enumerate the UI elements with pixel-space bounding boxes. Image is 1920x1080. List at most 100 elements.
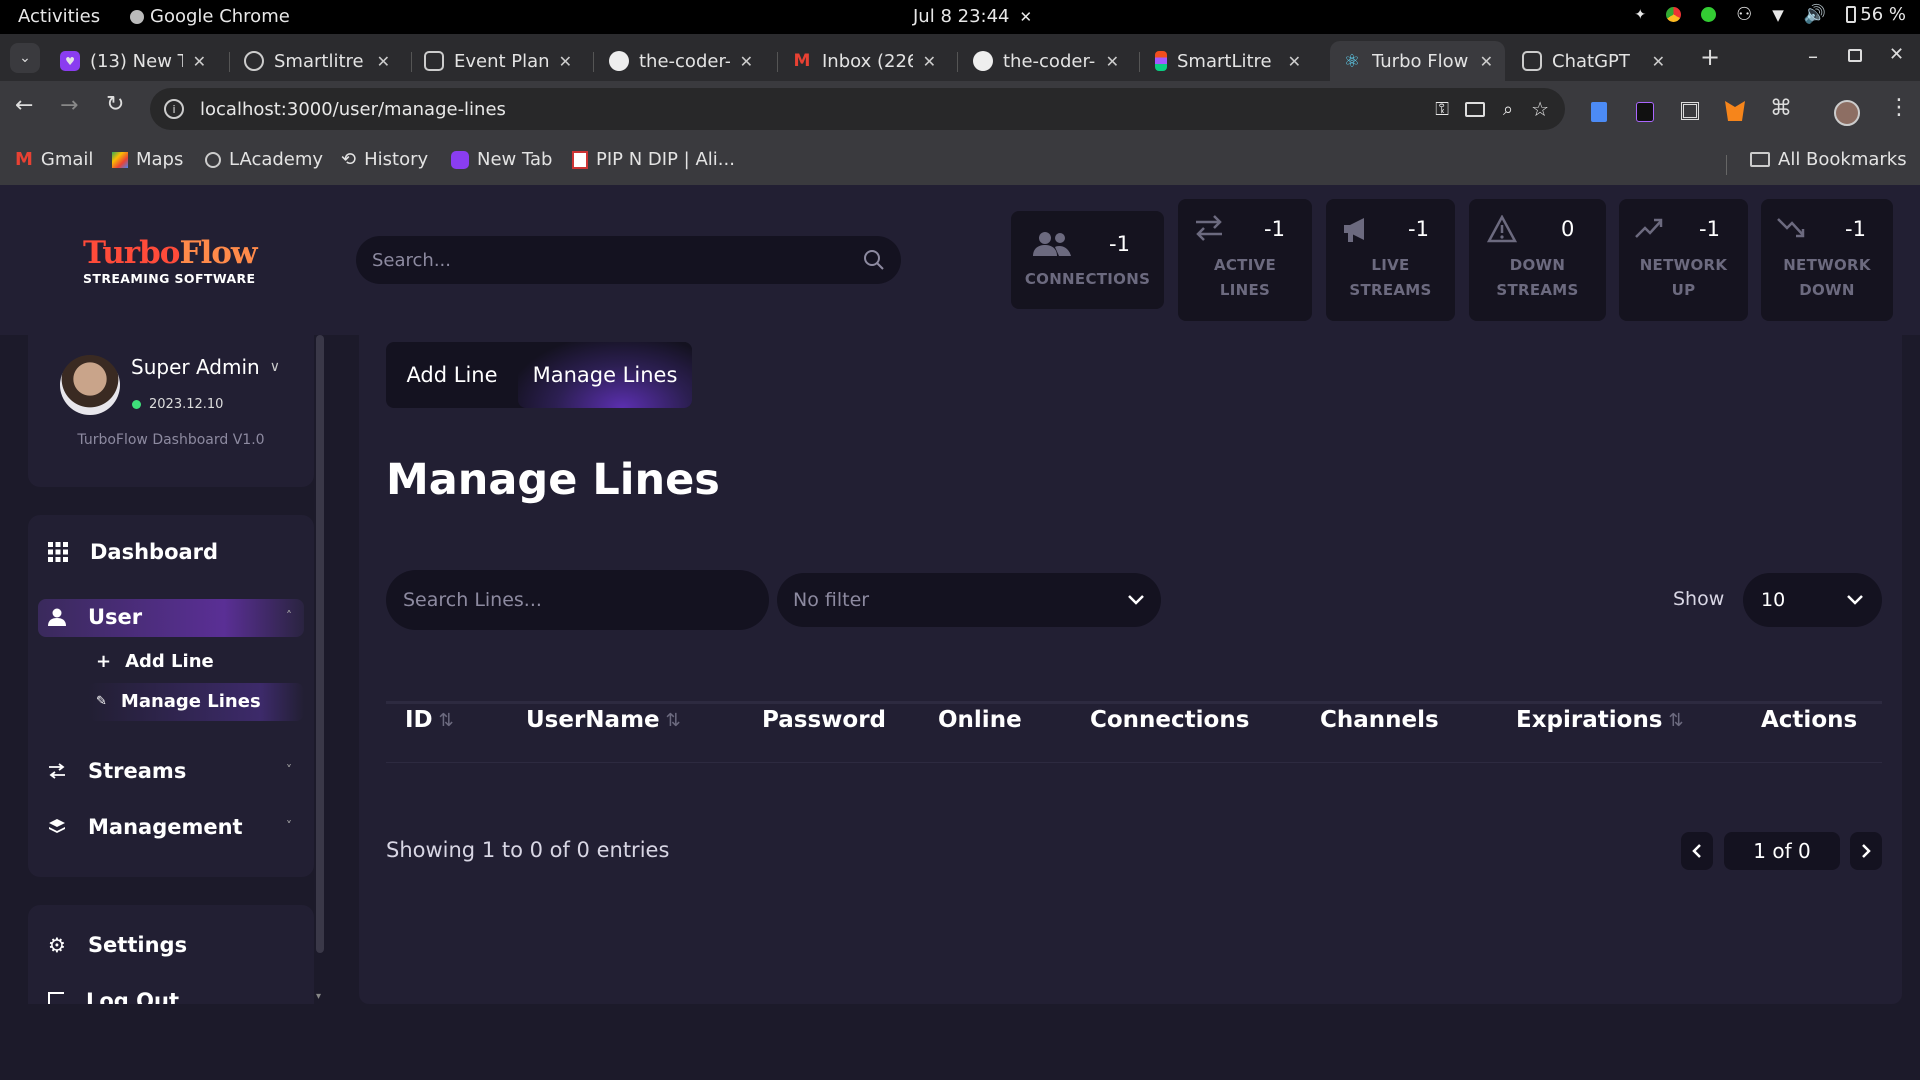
nav-label: Add Line (125, 651, 214, 672)
app-menu[interactable]: Google Chrome (130, 6, 290, 27)
nav-user[interactable]: User ˄ (38, 599, 304, 637)
column-expirations[interactable]: Expirations ⇅ (1516, 707, 1684, 733)
avatar[interactable] (60, 355, 120, 415)
browser-tab-active[interactable]: ⚛ Turbo Flow ✕ (1330, 41, 1505, 81)
activities-button[interactable]: Activities (18, 6, 100, 27)
bookmark-new-tab[interactable]: New Tab (451, 149, 552, 170)
stat-label: NETWORK (1639, 256, 1728, 274)
new-tab-button[interactable]: + (1700, 43, 1720, 71)
extension-docs-icon[interactable] (1591, 102, 1607, 122)
sidebar-scrollbar[interactable] (316, 335, 324, 953)
chevron-right-icon (1862, 844, 1871, 858)
close-icon[interactable]: ✕ (1480, 52, 1493, 71)
browser-tab[interactable]: Event Plan ✕ (412, 41, 584, 81)
bookmark-gmail[interactable]: M Gmail (15, 149, 93, 170)
extension-dark-icon[interactable] (1636, 102, 1654, 122)
browser-tab[interactable]: M Inbox (226) ✕ (780, 41, 948, 81)
tab-search-button[interactable]: ⌄ (10, 43, 40, 73)
sort-icon[interactable]: ⇅ (666, 710, 681, 731)
close-icon[interactable]: ✕ (1288, 52, 1301, 71)
metamask-icon[interactable] (1725, 101, 1745, 121)
logo-wordmark: TurboFlow (83, 238, 258, 269)
bookmark-lacademy[interactable]: LAcademy (205, 149, 323, 170)
header-search[interactable]: Search... (356, 236, 901, 284)
bookmark-star-icon[interactable]: ☆ (1531, 97, 1549, 121)
user-icon (48, 608, 66, 626)
chrome-menu-icon[interactable]: ⋮ (1888, 95, 1910, 120)
extensions-puzzle-icon[interactable]: ⌘ (1770, 96, 1792, 121)
close-icon[interactable]: ✕ (740, 52, 753, 71)
address-bar[interactable]: i localhost:3000/user/manage-lines ⚿ ⌕ ☆ (150, 88, 1565, 130)
column-actions: Actions (1761, 707, 1857, 733)
column-id[interactable]: ID ⇅ (405, 707, 454, 733)
sort-icon[interactable]: ⇅ (1669, 710, 1684, 731)
nav-manage-lines[interactable]: ✎ Manage Lines (88, 683, 304, 721)
browser-tab[interactable]: ChatGPT ✕ (1510, 41, 1677, 81)
close-icon[interactable]: ✕ (193, 52, 206, 71)
profile-avatar[interactable] (1834, 100, 1860, 126)
close-icon[interactable]: ✕ (559, 52, 572, 71)
nav-logout[interactable]: Log Out (48, 989, 179, 1004)
bookmark-label: History (364, 149, 429, 170)
system-tray[interactable]: ✦ ⚇ ▼ 🔊 56 % (1634, 4, 1906, 25)
extension-qr-icon[interactable] (1681, 102, 1699, 120)
all-bookmarks-button[interactable]: All Bookmarks (1750, 149, 1907, 170)
tab-title: the-coder-l (639, 50, 730, 72)
turboflow-logo[interactable]: TurboFlow STREAMING SOFTWARE (83, 238, 258, 287)
close-window-button[interactable]: ✕ (1889, 44, 1904, 65)
stat-live-streams[interactable]: -1 LIVE STREAMS (1326, 199, 1455, 321)
reload-button[interactable]: ↻ (106, 92, 124, 117)
stat-connections[interactable]: -1 CONNECTIONS (1011, 211, 1164, 309)
column-username[interactable]: UserName ⇅ (526, 707, 681, 733)
close-icon[interactable]: ✕ (1652, 52, 1665, 71)
sort-icon[interactable]: ⇅ (439, 710, 454, 731)
nav-streams[interactable]: Streams ˅ (38, 753, 304, 791)
minimize-button[interactable]: – (1808, 44, 1818, 68)
search-lines-field[interactable]: Search Lines... (386, 570, 769, 630)
header-search-input[interactable]: Search... (372, 250, 451, 271)
column-channels: Channels (1320, 707, 1439, 733)
nav-settings[interactable]: ⚙ Settings (48, 933, 187, 957)
restore-button[interactable] (1848, 49, 1862, 62)
nav-add-line[interactable]: + Add Line (96, 651, 214, 672)
prev-page-button[interactable] (1681, 832, 1713, 870)
close-icon[interactable]: ✕ (1106, 52, 1119, 71)
search-icon[interactable] (863, 249, 885, 271)
stat-network-up[interactable]: -1 NETWORK UP (1619, 199, 1748, 321)
tab-manage-lines[interactable]: Manage Lines (518, 342, 692, 408)
zoom-icon[interactable]: ⌕ (1503, 99, 1513, 120)
browser-tab[interactable]: Smartlitre ✕ (232, 41, 402, 81)
page-size-select[interactable]: 10 (1743, 573, 1882, 627)
tab-add-line[interactable]: Add Line (386, 342, 518, 408)
nav-label: Log Out (86, 989, 179, 1004)
close-icon[interactable]: ✕ (377, 52, 390, 71)
browser-tab[interactable]: the-coder-l ✕ (597, 41, 765, 81)
stat-network-down[interactable]: -1 NETWORK DOWN (1761, 199, 1893, 321)
scroll-down-icon[interactable]: ▾ (316, 991, 321, 1002)
key-icon[interactable]: ⚿ (1435, 99, 1449, 120)
browser-tab[interactable]: the-coder-l ✕ (961, 41, 1131, 81)
globe-icon (205, 151, 221, 168)
site-info-icon[interactable]: i (164, 99, 184, 119)
nav-dashboard[interactable]: Dashboard (48, 540, 218, 564)
user-menu[interactable]: Super Admin ∨ (131, 355, 280, 379)
search-lines-input[interactable]: Search Lines... (403, 589, 542, 611)
bookmark-pip-n-dip[interactable]: PIP N DIP | Ali... (572, 149, 735, 170)
nav-management[interactable]: Management ˅ (38, 809, 304, 847)
stat-active-lines[interactable]: -1 ACTIVE LINES (1178, 199, 1312, 321)
install-app-icon[interactable] (1464, 101, 1485, 117)
gmail-icon: M (793, 51, 811, 71)
purple-app-icon (451, 150, 469, 169)
clock[interactable]: Jul 8 23:44 ✕ (913, 6, 1032, 27)
stat-down-streams[interactable]: 0 DOWN STREAMS (1469, 199, 1606, 321)
filter-select[interactable]: No filter (777, 573, 1161, 627)
browser-tab[interactable]: ♥ (13) New T ✕ (48, 41, 218, 81)
browser-tab[interactable]: SmartLitre ✕ (1143, 41, 1313, 81)
back-button[interactable]: ← (15, 93, 33, 118)
forward-button[interactable]: → (60, 93, 78, 118)
close-icon[interactable]: ✕ (923, 52, 936, 71)
bookmark-maps[interactable]: Maps (112, 149, 183, 170)
next-page-button[interactable] (1850, 832, 1882, 870)
stat-value: -1 (1699, 217, 1720, 241)
bookmark-history[interactable]: ⟲ History (341, 149, 428, 170)
